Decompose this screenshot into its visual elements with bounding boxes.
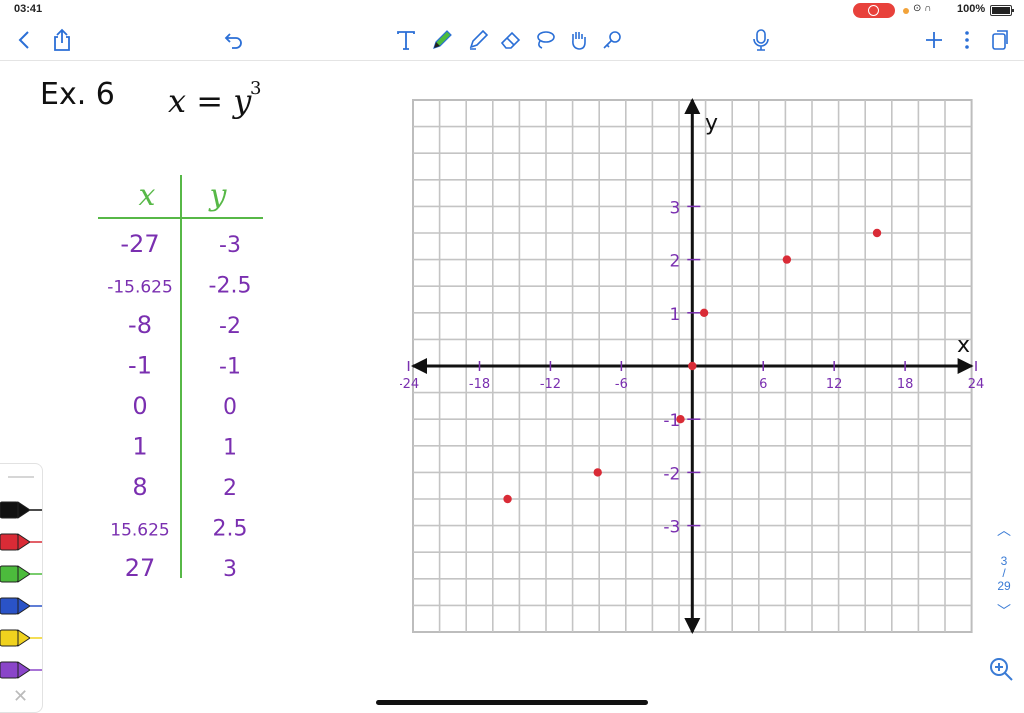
pen-black-icon[interactable] bbox=[0, 500, 42, 520]
table-cell-x: -27 bbox=[120, 230, 159, 258]
page-down-icon[interactable]: ﹀ bbox=[986, 601, 1022, 621]
lasso-icon[interactable] bbox=[531, 26, 559, 54]
table-cell-x: 15.625 bbox=[110, 521, 169, 541]
table-cell-y: 3 bbox=[223, 557, 237, 582]
more-icon[interactable] bbox=[953, 26, 981, 54]
table-cell-y: 0 bbox=[223, 395, 237, 420]
battery-icon bbox=[990, 5, 1014, 16]
data-point bbox=[593, 468, 602, 477]
y-tick-label: 2 bbox=[669, 252, 680, 272]
shapes-hand-icon[interactable] bbox=[565, 26, 593, 54]
y-tick-label: -2 bbox=[663, 464, 680, 484]
zoom-icon[interactable] bbox=[988, 656, 1018, 686]
data-point bbox=[699, 308, 709, 317]
coordinate-graph: -24 -18 -12 -6 6 12 18 24321-1-2-3 x y bbox=[400, 98, 985, 634]
wifi-icon: ⊙ ∩ bbox=[913, 3, 932, 14]
table-cell-y: -1 bbox=[219, 355, 241, 380]
x-tick-label: 12 bbox=[826, 377, 843, 392]
x-tick-label: 24 bbox=[968, 377, 985, 392]
table-cell-y: -2.5 bbox=[209, 274, 252, 299]
equation: x = y bbox=[168, 82, 252, 120]
data-point bbox=[503, 494, 512, 504]
page-up-icon[interactable]: ︿ bbox=[986, 520, 1022, 540]
y-tick-label: 1 bbox=[669, 305, 680, 325]
x-tick-label: 18 bbox=[897, 377, 914, 392]
table-cell-x: -8 bbox=[128, 311, 152, 339]
pages-icon[interactable] bbox=[986, 26, 1014, 54]
pen-yellow-icon[interactable] bbox=[0, 628, 42, 648]
home-indicator bbox=[376, 700, 648, 705]
microphone-icon[interactable] bbox=[747, 26, 775, 54]
total-pages: 29 bbox=[997, 579, 1011, 593]
table-cell-x: 0 bbox=[132, 392, 147, 420]
pen-blue-icon[interactable] bbox=[0, 596, 42, 616]
table-cell-x: 27 bbox=[125, 554, 156, 582]
table-cell-x: -15.625 bbox=[107, 278, 173, 298]
table-cell-y: 1 bbox=[223, 436, 237, 461]
table-cell-y: -3 bbox=[219, 233, 241, 258]
table-cell-y: -2 bbox=[219, 314, 241, 339]
add-page-icon[interactable] bbox=[920, 26, 948, 54]
x-tick-label: -18 bbox=[469, 377, 490, 392]
equation-exponent: 3 bbox=[250, 78, 261, 99]
pen-palette: ✕ bbox=[0, 463, 43, 713]
mic-indicator-icon bbox=[903, 8, 909, 14]
screen-recording-icon[interactable] bbox=[853, 3, 895, 18]
link-icon[interactable] bbox=[598, 26, 626, 54]
table-cell-y: 2.5 bbox=[213, 517, 248, 542]
status-time: 03:41 bbox=[14, 3, 43, 15]
table-header-y: y bbox=[208, 178, 228, 213]
page-separator: / bbox=[1002, 566, 1006, 580]
table-cell-x: -1 bbox=[128, 352, 152, 380]
example-heading: Ex. 6 bbox=[40, 77, 115, 112]
table-cell-x: 8 bbox=[132, 473, 147, 501]
table-header-x: x bbox=[139, 178, 156, 213]
table-cell-y: 2 bbox=[223, 476, 237, 501]
toolbar bbox=[0, 20, 1024, 61]
note-area: Ex. 6 x = y 3 x y -27 -3 -15.625 -2.5 -8 -2 -1… bbox=[40, 77, 263, 582]
table-cell-x: 1 bbox=[132, 433, 147, 461]
eraser-icon[interactable] bbox=[497, 26, 525, 54]
x-tick-label: -12 bbox=[540, 377, 561, 392]
pen-red-icon[interactable] bbox=[0, 532, 42, 552]
share-icon[interactable] bbox=[48, 26, 76, 54]
palette-handle[interactable] bbox=[8, 476, 34, 478]
text-tool-icon[interactable] bbox=[392, 26, 420, 54]
x-tick-label: -6 bbox=[615, 377, 628, 392]
data-point bbox=[782, 255, 792, 264]
pen-purple-icon[interactable] bbox=[0, 660, 42, 680]
undo-icon[interactable] bbox=[220, 26, 248, 54]
battery-percent: 100% bbox=[957, 3, 986, 15]
y-tick-label: 3 bbox=[669, 198, 680, 218]
page-navigator: ︿ 3 / 29 ﹀ bbox=[986, 520, 1022, 640]
x-tick-label: -24 bbox=[400, 377, 419, 392]
pen-green-icon[interactable] bbox=[0, 564, 42, 584]
close-icon[interactable]: ✕ bbox=[13, 686, 28, 707]
x-axis-label: x bbox=[957, 333, 970, 358]
data-point bbox=[872, 228, 882, 238]
highlighter-icon[interactable] bbox=[464, 26, 492, 54]
y-axis-label: y bbox=[705, 111, 718, 136]
status-bar: 03:41 ⊙ ∩ 100% bbox=[0, 0, 1024, 20]
data-point bbox=[688, 361, 697, 371]
data-point bbox=[676, 415, 685, 424]
y-tick-label: -3 bbox=[663, 518, 680, 538]
back-chevron-icon[interactable] bbox=[10, 26, 38, 54]
table-rows: -27 -3 -15.625 -2.5 -8 -2 -1 -1 0 0 1 1 8 2 15.625 2.5 2… bbox=[107, 230, 251, 582]
pen-tool-icon[interactable] bbox=[428, 26, 456, 54]
x-tick-label: 6 bbox=[759, 377, 767, 392]
